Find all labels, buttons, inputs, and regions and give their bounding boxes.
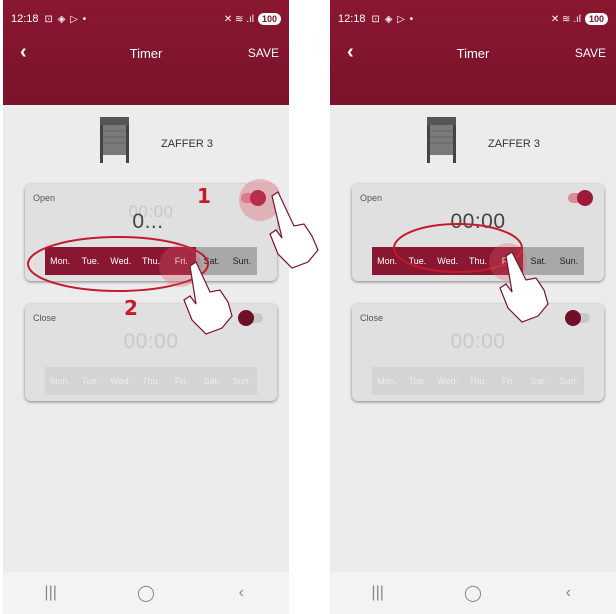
status-bar: 12:18 ⊡ ◈ ▷ • ✕ ≋ .ıl 100	[338, 11, 608, 27]
day-wed[interactable]: Wed.	[432, 247, 463, 275]
day-thu[interactable]: Thu.	[462, 247, 494, 275]
device-name: ZAFFER 3	[161, 138, 213, 150]
home-icon[interactable]: ◯	[453, 583, 493, 603]
close-days-row: Mon. Tue. Wed. Thu. Fri. Sat. Sun.	[45, 367, 257, 395]
toggle-knob	[565, 310, 581, 326]
day-fri[interactable]: Fri.	[166, 247, 197, 275]
close-time[interactable]: 00:00	[352, 330, 604, 354]
page-title: Timer	[456, 46, 490, 61]
system-nav-bar: ||| ◯ ‹	[3, 572, 289, 614]
open-timer-card: Open 00:00 0... Mon. Tue. Wed. Thu. Fri.…	[25, 184, 277, 281]
notification-icons: ⊡ ◈ ▷ •	[44, 14, 88, 25]
day-thu[interactable]: Thu.	[463, 367, 493, 395]
day-wed[interactable]: Wed.	[433, 367, 463, 395]
app-header: 12:18 ⊡ ◈ ▷ • ✕ ≋ .ıl 100 ‹ Timer SAVE	[3, 0, 289, 105]
close-label: Close	[360, 313, 384, 323]
day-tue[interactable]: Tue.	[75, 367, 105, 395]
open-days-row: Mon. Tue. Wed. Thu. Fri. Sat. Sun.	[45, 247, 257, 275]
back-nav-icon[interactable]: ‹	[221, 584, 261, 602]
day-sun[interactable]: Sun.	[226, 247, 257, 275]
close-timer-card: Close 00:00 Mon. Tue. Wed. Thu. Fri. Sat…	[25, 304, 277, 401]
day-tue[interactable]: Tue.	[402, 367, 432, 395]
back-nav-icon[interactable]: ‹	[548, 584, 588, 602]
status-bar: 12:18 ⊡ ◈ ▷ • ✕ ≋ .ıl 100	[11, 11, 281, 27]
day-fri[interactable]: Fri.	[166, 367, 196, 395]
open-time[interactable]: 0...	[19, 210, 277, 234]
day-tue[interactable]: Tue.	[402, 247, 433, 275]
recent-apps-icon[interactable]: |||	[31, 584, 71, 602]
day-sat[interactable]: Sat.	[196, 247, 227, 275]
phone-screen-left: 12:18 ⊡ ◈ ▷ • ✕ ≋ .ıl 100 ‹ Timer SAVE ZAF…	[3, 0, 289, 614]
page-title: Timer	[129, 46, 163, 61]
toggle-knob	[577, 190, 593, 206]
close-label: Close	[33, 313, 57, 323]
close-time[interactable]: 00:00	[25, 330, 277, 354]
day-sat[interactable]: Sat.	[196, 367, 226, 395]
clock: 12:18	[11, 13, 39, 25]
step-1-label: 1	[197, 184, 211, 208]
signal-icons: ✕ ≋ .ıl	[223, 13, 254, 25]
day-sun[interactable]: Sun.	[553, 247, 584, 275]
shutter-device-icon	[100, 117, 129, 163]
shutter-device-icon	[427, 117, 456, 163]
step-2-label: 2	[124, 296, 138, 320]
recent-apps-icon[interactable]: |||	[358, 584, 398, 602]
open-timer-card: Open 00:00 Mon. Tue. Wed. Thu. Fri. Sat.…	[352, 184, 604, 281]
battery-icon: 100	[257, 13, 281, 25]
close-timer-card: Close 00:00 Mon. Tue. Wed. Thu. Fri. Sat…	[352, 304, 604, 401]
open-days-row: Mon. Tue. Wed. Thu. Fri. Sat. Sun.	[372, 247, 584, 275]
day-mon[interactable]: Mon.	[372, 247, 403, 275]
app-header: 12:18 ⊡ ◈ ▷ • ✕ ≋ .ıl 100 ‹ Timer SAVE	[330, 0, 616, 105]
save-button[interactable]: SAVE	[575, 46, 606, 60]
open-toggle[interactable]	[241, 190, 266, 206]
toggle-knob	[250, 190, 266, 206]
day-wed[interactable]: Wed.	[105, 247, 136, 275]
toggle-knob	[238, 310, 254, 326]
day-sun[interactable]: Sun.	[554, 367, 584, 395]
day-mon[interactable]: Mon.	[45, 367, 75, 395]
phone-screen-right: 12:18 ⊡ ◈ ▷ • ✕ ≋ .ıl 100 ‹ Timer SAVE ZAF…	[330, 0, 616, 614]
day-wed[interactable]: Wed.	[106, 367, 136, 395]
open-toggle[interactable]	[568, 190, 593, 206]
clock: 12:18	[338, 13, 366, 25]
day-sat[interactable]: Sat.	[523, 247, 554, 275]
day-mon[interactable]: Mon.	[372, 367, 402, 395]
day-sat[interactable]: Sat.	[523, 367, 553, 395]
battery-icon: 100	[584, 13, 608, 25]
close-toggle[interactable]	[238, 310, 263, 326]
day-thu[interactable]: Thu.	[136, 367, 166, 395]
day-sun[interactable]: Sun.	[227, 367, 257, 395]
device-name: ZAFFER 3	[488, 138, 540, 150]
save-button[interactable]: SAVE	[248, 46, 279, 60]
home-icon[interactable]: ◯	[126, 583, 166, 603]
day-fri[interactable]: Fri.	[493, 367, 523, 395]
day-thu[interactable]: Thu.	[135, 247, 167, 275]
close-toggle[interactable]	[565, 310, 590, 326]
signal-icons: ✕ ≋ .ıl	[550, 13, 581, 25]
open-label: Open	[360, 193, 383, 203]
day-mon[interactable]: Mon.	[45, 247, 76, 275]
day-fri[interactable]: Fri.	[493, 247, 524, 275]
day-tue[interactable]: Tue.	[75, 247, 106, 275]
close-days-row: Mon. Tue. Wed. Thu. Fri. Sat. Sun.	[372, 367, 584, 395]
notification-icons: ⊡ ◈ ▷ •	[371, 14, 415, 25]
open-time[interactable]: 00:00	[352, 210, 604, 234]
system-nav-bar: ||| ◯ ‹	[330, 572, 616, 614]
